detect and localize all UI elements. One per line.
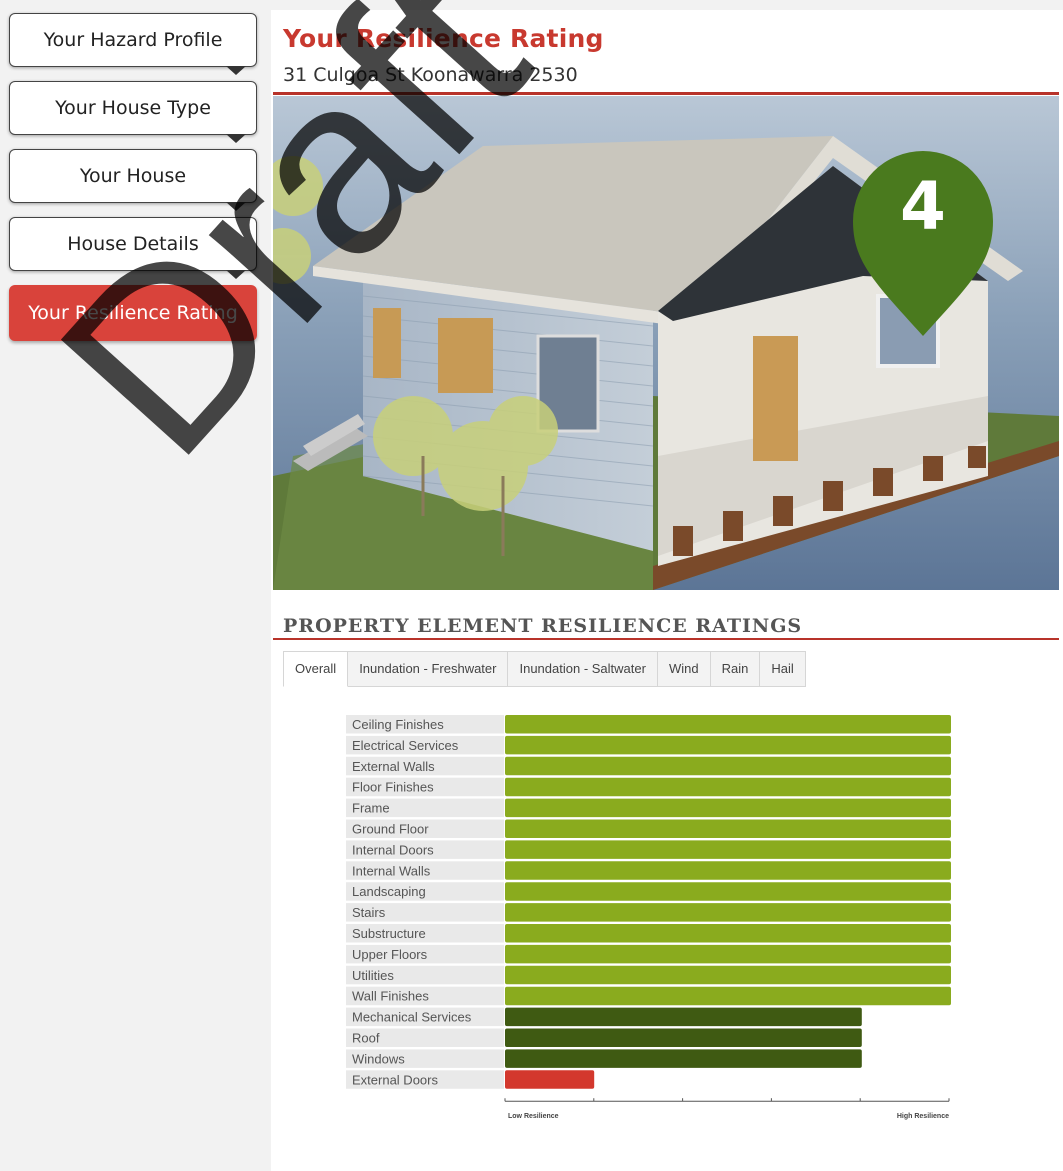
axis-label-high: High Resilience (897, 1113, 949, 1120)
nav-hazard-profile-button[interactable]: Your Hazard Profile (9, 13, 257, 75)
bar (505, 1049, 862, 1068)
bar-label: Ceiling Finishes (352, 717, 444, 732)
bar (505, 756, 951, 776)
bar (505, 1007, 862, 1027)
main-panel: Your Resilience Rating 31 Culgoa St Koon… (271, 10, 1063, 1171)
nav-label: Your House (79, 165, 187, 187)
resilience-bar-chart: Ceiling Finishes Electrical Services Exter… (346, 715, 951, 1120)
nav-label: Your House Type (55, 97, 211, 119)
notch-arrow-icon (226, 134, 246, 143)
nav-resilience-rating-button[interactable]: Your Resilience Rating (9, 285, 257, 341)
bar (505, 819, 951, 838)
bar-label: Wall Finishes (352, 989, 429, 1004)
bar (505, 861, 951, 880)
bar (505, 840, 951, 859)
bar-label: Roof (352, 1031, 380, 1046)
bar-label: Internal Doors (352, 842, 434, 857)
bar-label: Electrical Services (352, 738, 459, 753)
bar-label: Frame (352, 801, 390, 816)
sidebar-nav: Your Hazard Profile Your House Type Your… (9, 13, 257, 355)
bar-label: Substructure (352, 926, 426, 941)
bar (505, 924, 951, 943)
bar-label: Internal Walls (352, 863, 431, 878)
bar-label: Floor Finishes (352, 780, 434, 795)
bar-label: External Walls (352, 759, 435, 774)
nav-house-type-button[interactable]: Your House Type (9, 81, 257, 143)
bar (505, 882, 951, 901)
nav-house-details-button[interactable]: House Details (9, 217, 257, 279)
nav-label: Your Resilience Rating (28, 302, 238, 324)
bar (505, 965, 951, 985)
bar-label: Utilities (352, 968, 394, 983)
bar (505, 777, 951, 797)
axis-label-low: Low Resilience (508, 1113, 559, 1120)
bar (505, 1028, 862, 1047)
notch-arrow-icon (226, 202, 246, 211)
bar (505, 798, 951, 818)
nav-your-house-button[interactable]: Your House (9, 149, 257, 211)
bar-label: Landscaping (352, 884, 426, 899)
bar-label: Mechanical Services (352, 1010, 472, 1025)
bar (505, 944, 951, 964)
nav-label: Your Hazard Profile (43, 29, 223, 51)
notch-arrow-icon (226, 270, 246, 279)
bar-label: Upper Floors (352, 947, 428, 962)
bar (505, 903, 951, 922)
nav-label: House Details (67, 233, 199, 255)
bar (505, 715, 951, 734)
bar-label: Ground Floor (352, 822, 429, 837)
bar-label: Stairs (352, 905, 386, 920)
bar (505, 1070, 595, 1089)
bar (505, 735, 951, 755)
notch-arrow-icon (226, 66, 246, 75)
bar-label: Windows (352, 1051, 405, 1066)
bar-label: External Doors (352, 1072, 438, 1087)
bar (505, 986, 951, 1006)
